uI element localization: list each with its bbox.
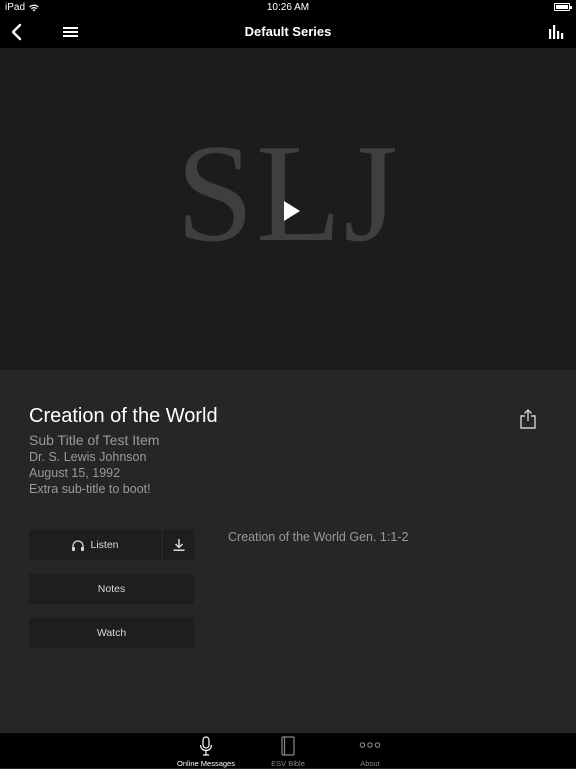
- stats-button[interactable]: [546, 22, 566, 42]
- microphone-icon: [199, 736, 213, 756]
- item-date: August 15, 1992: [29, 466, 121, 480]
- watch-label: Watch: [96, 627, 127, 639]
- tab-label-online-messages: Online Messages: [177, 759, 235, 768]
- tab-label-esv-bible: ESV Bible: [271, 759, 305, 768]
- page-title: Default Series: [244, 24, 332, 39]
- tab-bar: Online Messages ESV Bible About: [0, 732, 576, 768]
- item-description: Creation of the World Gen. 1:1-2: [228, 530, 409, 544]
- watch-button[interactable]: Watch: [29, 618, 194, 648]
- notes-button[interactable]: Notes: [29, 574, 194, 604]
- play-button[interactable]: [278, 198, 304, 224]
- notes-label: Notes: [97, 583, 126, 595]
- item-title: Creation of the World: [29, 405, 218, 427]
- item-subtitle: Sub Title of Test Item: [29, 432, 160, 448]
- tab-about[interactable]: About: [325, 735, 415, 769]
- item-author: Dr. S. Lewis Johnson: [29, 450, 147, 464]
- book-icon: [281, 736, 295, 756]
- listen-button[interactable]: Listen: [29, 530, 161, 560]
- listen-label: Listen: [90, 539, 119, 551]
- bar-chart-icon: [549, 25, 564, 39]
- play-icon: [284, 201, 300, 221]
- share-button[interactable]: [518, 408, 538, 430]
- slj-logo: SLJ: [176, 116, 400, 271]
- status-bar: iPad 10:26 AM: [0, 0, 576, 16]
- item-details: Creation of the World Sub Title of Test …: [0, 370, 576, 732]
- more-dots-icon: [359, 742, 381, 748]
- tab-online-messages[interactable]: Online Messages: [161, 735, 251, 769]
- share-icon: [520, 409, 536, 429]
- tab-esv-bible[interactable]: ESV Bible: [243, 735, 333, 769]
- navigation-bar: Default Series: [0, 16, 576, 48]
- battery-icon: [554, 3, 572, 11]
- item-extra-subtitle: Extra sub-title to boot!: [29, 482, 151, 496]
- video-player[interactable]: SLJ: [0, 48, 576, 370]
- status-time: 10:26 AM: [266, 2, 310, 13]
- headphones-icon: [72, 539, 85, 551]
- download-button[interactable]: [163, 530, 194, 560]
- download-icon: [173, 539, 184, 551]
- tab-label-about: About: [360, 759, 380, 768]
